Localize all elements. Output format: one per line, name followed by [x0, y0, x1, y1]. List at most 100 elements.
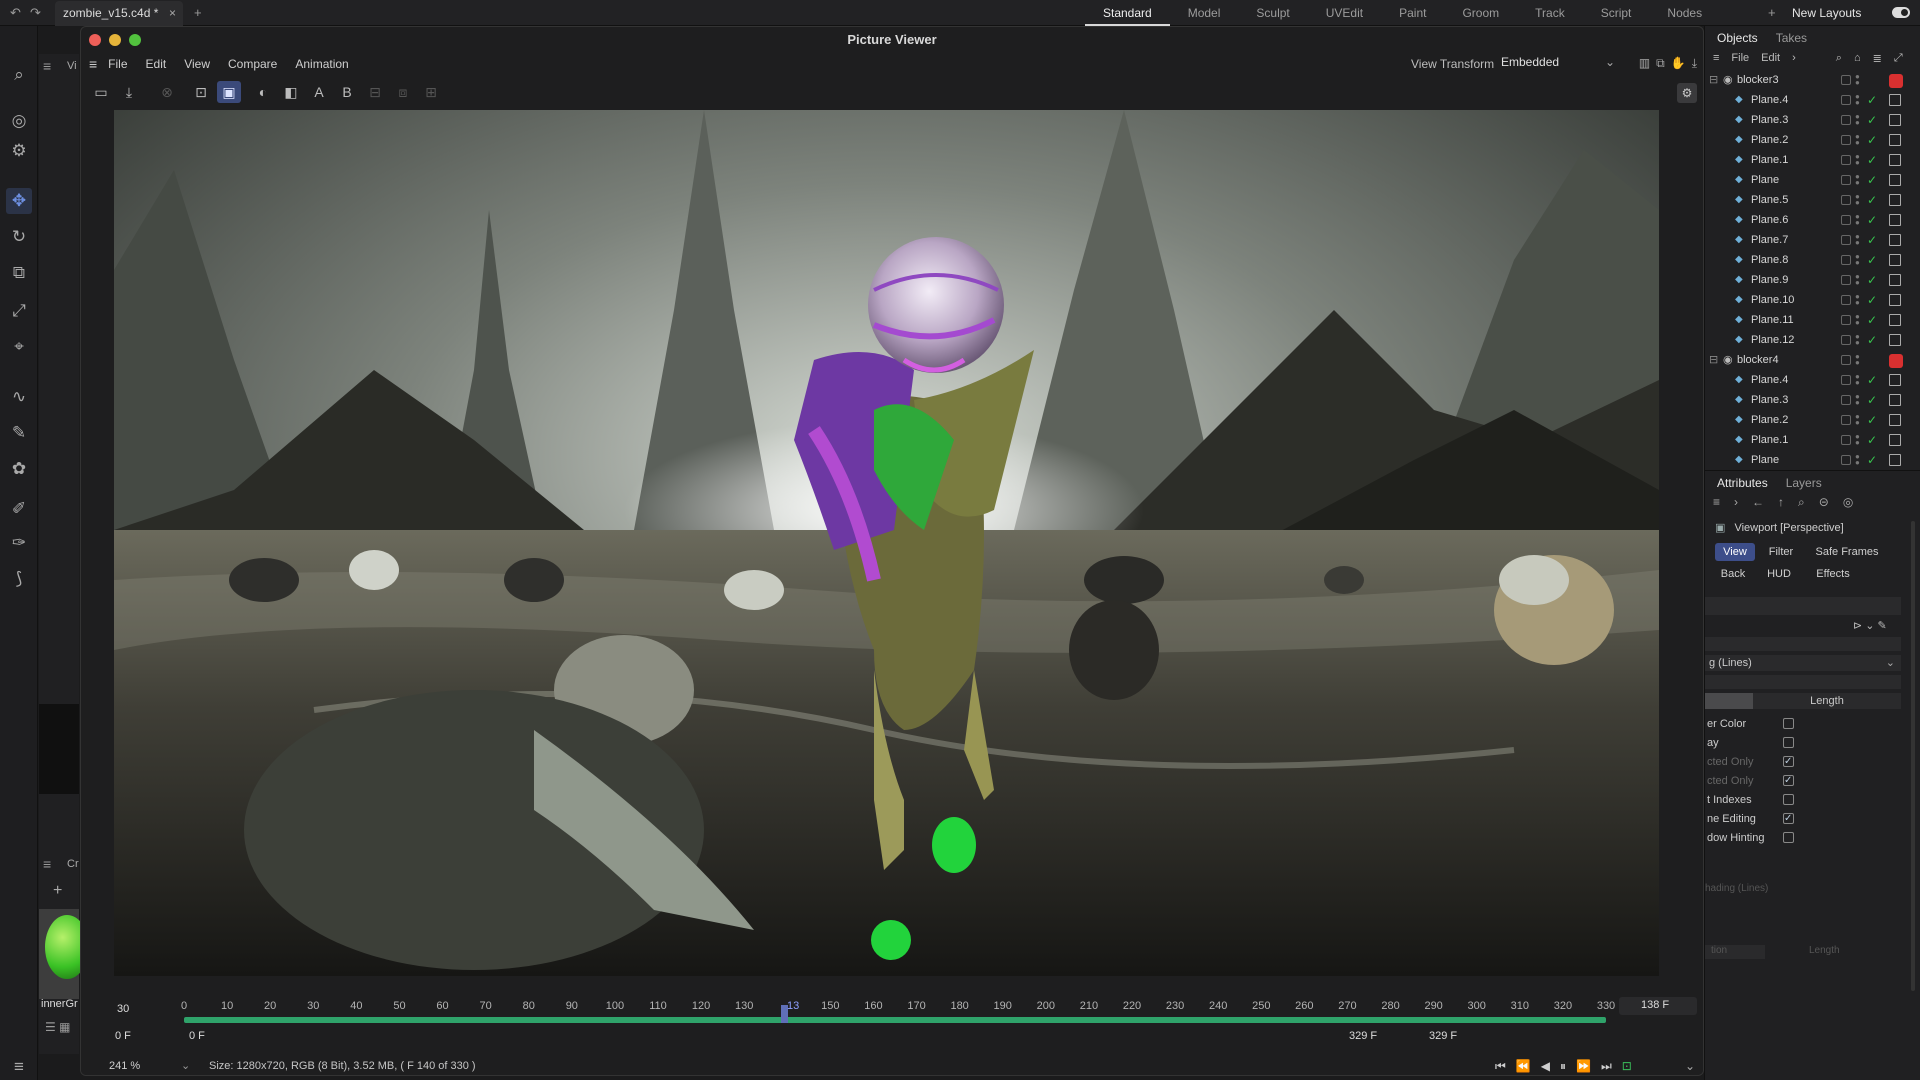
axis-tool-icon[interactable]: ⤢ — [6, 298, 32, 324]
layout-tab-groom[interactable]: Groom — [1444, 0, 1517, 26]
hand-icon[interactable]: ✋ — [1671, 56, 1686, 71]
tag-icon[interactable] — [1889, 374, 1901, 386]
attr-tab-back[interactable]: Back — [1715, 565, 1751, 583]
panel2-menu-icon[interactable]: ≡ — [43, 856, 51, 872]
visibility-dots-icon[interactable]: ● ● — [1855, 93, 1860, 107]
menu-view[interactable]: View — [184, 57, 210, 71]
object-row[interactable]: ◆ Plane.1 ● ● ✓ — [1705, 150, 1920, 170]
edit-toggle-icon[interactable] — [1841, 115, 1851, 125]
contrast-icon[interactable]: ◐ — [251, 81, 275, 103]
enabled-check-icon[interactable]: ✓ — [1867, 270, 1877, 290]
attribute-checkbox[interactable] — [1783, 794, 1794, 805]
layout-tab-paint[interactable]: Paint — [1381, 0, 1444, 26]
layout-tab-standard[interactable]: Standard — [1085, 0, 1170, 26]
object-row[interactable]: ◆ Plane.10 ● ● ✓ — [1705, 290, 1920, 310]
collapse-icon[interactable]: ⊟ — [1709, 350, 1718, 370]
tag-icon[interactable] — [1889, 454, 1901, 466]
layout-tab-uvedit[interactable]: UVEdit — [1308, 0, 1381, 26]
stop-icon[interactable]: ⊗ — [155, 81, 179, 103]
visibility-dots-icon[interactable]: ● ● — [1855, 333, 1860, 347]
menu-edit[interactable]: Edit — [146, 57, 167, 71]
tag-icon[interactable] — [1889, 254, 1901, 266]
objects-menu-icon[interactable]: ≡ — [1713, 52, 1719, 64]
layout-toggle[interactable] — [1892, 7, 1910, 18]
save-icon[interactable]: ⤓ — [117, 81, 141, 103]
edit-toggle-icon[interactable] — [1841, 355, 1851, 365]
home-icon[interactable]: ⌂ — [1854, 52, 1861, 64]
region-icon[interactable]: ⊡ — [189, 81, 213, 103]
bottom-field-left[interactable]: tion — [1705, 945, 1765, 959]
object-row[interactable]: ◆ Plane.3 ● ● ✓ — [1705, 390, 1920, 410]
rotate-tool-icon[interactable]: ↻ — [6, 224, 32, 250]
visibility-dots-icon[interactable]: ● ● — [1855, 233, 1860, 247]
layout-tab-script[interactable]: Script — [1583, 0, 1650, 26]
collapse-icon[interactable]: ⊟ — [1709, 70, 1718, 90]
edit-toggle-icon[interactable] — [1841, 95, 1851, 105]
undo-icon[interactable]: ↶ — [10, 5, 21, 21]
menu-file[interactable]: File — [108, 57, 127, 71]
enabled-check-icon[interactable]: ✓ — [1867, 310, 1877, 330]
enabled-check-icon[interactable]: ✓ — [1867, 170, 1877, 190]
attr-field-3[interactable] — [1705, 675, 1901, 689]
tab-layers[interactable]: Layers — [1786, 473, 1822, 493]
edit-toggle-icon[interactable] — [1841, 255, 1851, 265]
search-icon[interactable]: ⌕ — [1798, 495, 1805, 513]
visibility-dots-icon[interactable]: ● ● — [1855, 413, 1860, 427]
object-row[interactable]: ◆ Plane.8 ● ● ✓ — [1705, 250, 1920, 270]
layout-icon[interactable]: ▥ — [1639, 56, 1650, 71]
menu-animation[interactable]: Animation — [295, 57, 348, 71]
compare-a-button[interactable]: A — [307, 81, 331, 103]
open-folder-icon[interactable]: ▭ — [89, 81, 113, 103]
layout-tab-sculpt[interactable]: Sculpt — [1238, 0, 1307, 26]
tag-icon[interactable] — [1889, 134, 1901, 146]
enabled-check-icon[interactable]: ✓ — [1867, 90, 1877, 110]
attributes-scrollbar[interactable] — [1911, 521, 1915, 991]
current-frame-field[interactable]: 138 F — [1619, 997, 1697, 1015]
fit-icon[interactable]: ▣ — [217, 81, 241, 103]
object-row[interactable]: ⊟ ◉ blocker4 ● ● — [1705, 350, 1920, 370]
edit-toggle-icon[interactable] — [1841, 135, 1851, 145]
attribute-checkbox[interactable] — [1783, 753, 1794, 771]
object-row[interactable]: ◆ Plane.4 ● ● ✓ — [1705, 370, 1920, 390]
split-icon[interactable]: ⊞ — [419, 81, 443, 103]
scale-tool-icon[interactable]: ⧉ — [6, 260, 32, 286]
edit-toggle-icon[interactable] — [1841, 415, 1851, 425]
attr-tab-view[interactable]: View — [1715, 543, 1755, 561]
enabled-check-icon[interactable]: ✓ — [1867, 430, 1877, 450]
document-tab[interactable]: zombie_v15.c4d * × — [55, 1, 183, 26]
attr-tab-effects[interactable]: Effects — [1805, 565, 1861, 583]
swap-icon[interactable]: ⊟ — [363, 81, 387, 103]
attr-field-empty[interactable] — [1705, 597, 1901, 615]
transform-tool-icon[interactable]: ⚙ — [6, 138, 32, 164]
tag-icon[interactable] — [1889, 274, 1901, 286]
list-view-icon[interactable]: ☰ ▦ — [45, 1020, 70, 1034]
settings-icon[interactable]: ⚙ — [1677, 83, 1697, 103]
layout-tab-model[interactable]: Model — [1170, 0, 1239, 26]
compare-icon[interactable]: ◧ — [279, 81, 303, 103]
object-row[interactable]: ⊟ ◉ blocker3 ● ● — [1705, 70, 1920, 90]
brush-tool-icon[interactable]: ✐ — [6, 496, 32, 522]
back-arrow-icon[interactable]: ← — [1752, 495, 1764, 513]
edit-toggle-icon[interactable] — [1841, 395, 1851, 405]
object-row[interactable]: ◆ Plane.4 ● ● ✓ — [1705, 90, 1920, 110]
tag-icon[interactable] — [1889, 354, 1903, 368]
spline-tool-icon[interactable]: ∿ — [6, 384, 32, 410]
visibility-dots-icon[interactable]: ● ● — [1855, 153, 1860, 167]
visibility-dots-icon[interactable]: ● ● — [1855, 393, 1860, 407]
tag-icon[interactable] — [1889, 174, 1901, 186]
attr-menu-icon[interactable]: ≡ — [1713, 495, 1720, 513]
attribute-checkbox[interactable] — [1783, 810, 1794, 828]
edit-toggle-icon[interactable] — [1841, 455, 1851, 465]
visibility-dots-icon[interactable]: ● ● — [1855, 173, 1860, 187]
timeline-track[interactable] — [184, 1017, 1606, 1023]
fps-field[interactable]: 30 — [117, 1003, 129, 1015]
overlay-icon[interactable]: ⧈ — [391, 81, 415, 103]
filter-icon[interactable]: ≣ — [1873, 52, 1882, 65]
enabled-check-icon[interactable]: ✓ — [1867, 410, 1877, 430]
knife-tool-icon[interactable]: ⟆ — [6, 566, 32, 592]
object-row[interactable]: ◆ Plane.2 ● ● ✓ — [1705, 130, 1920, 150]
download-icon[interactable]: ⤓ — [1692, 56, 1697, 71]
redo-icon[interactable]: ↷ — [30, 5, 41, 21]
chevron-right-icon[interactable]: › — [1792, 52, 1796, 64]
edit-toggle-icon[interactable] — [1841, 435, 1851, 445]
